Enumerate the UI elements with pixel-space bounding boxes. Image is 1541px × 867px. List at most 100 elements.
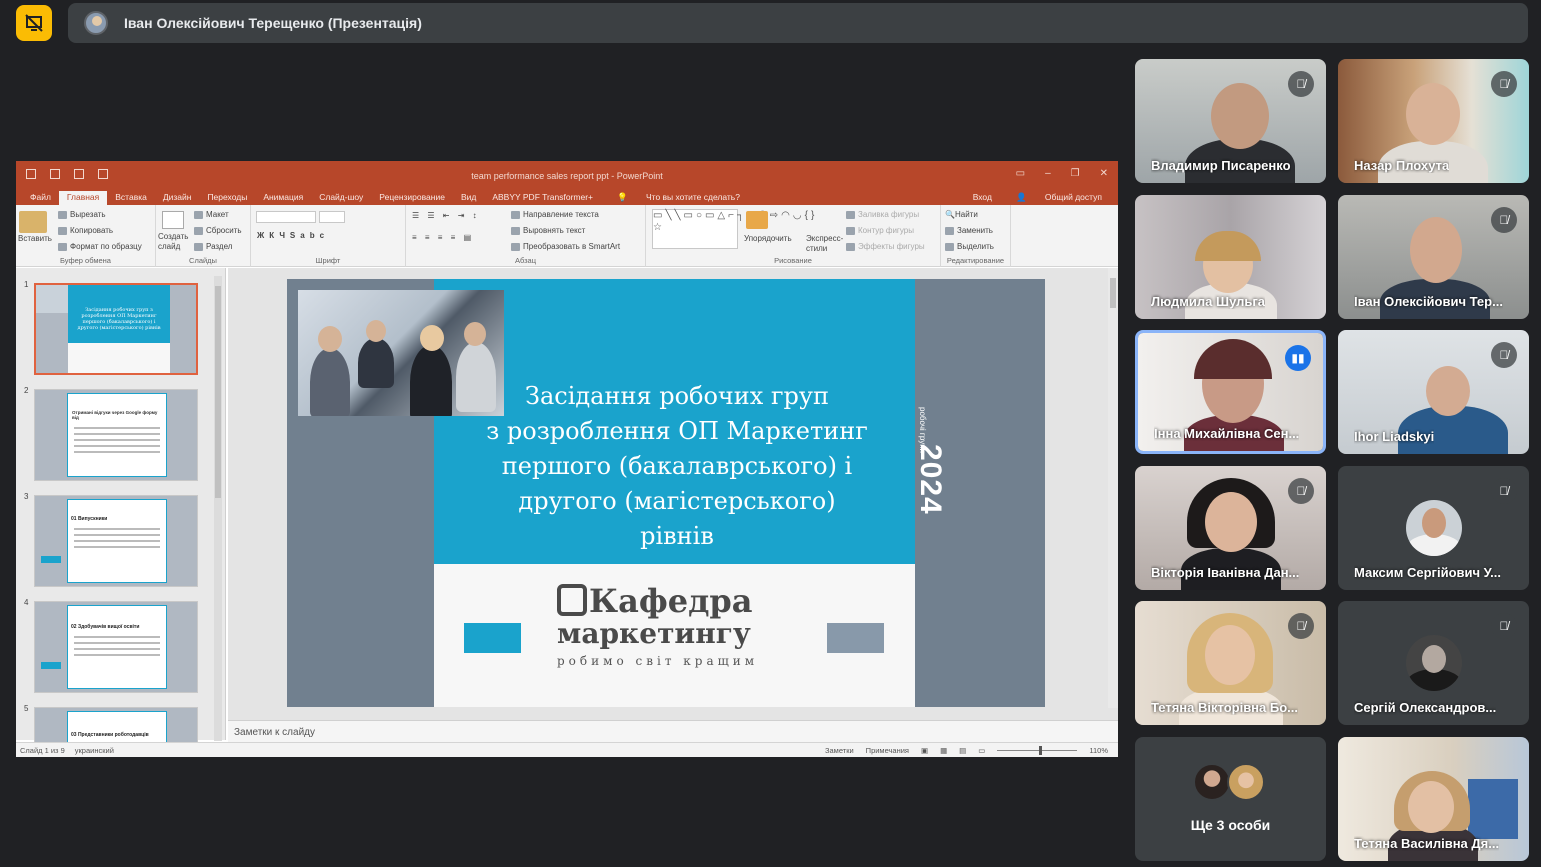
redo-icon[interactable] <box>74 169 84 179</box>
arrange-button[interactable]: Упорядочить <box>744 234 792 243</box>
thumb-title: Засідання робочих груп з розроблення ОП … <box>68 285 170 343</box>
tab-animations[interactable]: Анимация <box>255 191 311 205</box>
participant-tile[interactable]: Тетяна Василівна Дя... <box>1338 737 1529 861</box>
reset-label: Сбросить <box>206 226 242 235</box>
slide-thumbnail[interactable]: 02 Здобувачів вищої освіти <box>34 601 198 693</box>
new-slide-icon[interactable] <box>162 211 184 229</box>
align-text-label: Выровнять текст <box>523 226 586 235</box>
sorter-view-icon[interactable]: ▦ <box>940 746 947 755</box>
slide-year: 2024 <box>914 444 947 515</box>
thumb-number: 4 <box>24 598 29 607</box>
undo-icon[interactable] <box>50 169 60 179</box>
tab-file[interactable]: Файл <box>22 191 59 205</box>
thumb-content: 01 Випускники <box>67 499 167 583</box>
reading-view-icon[interactable]: ▤ <box>959 746 966 755</box>
more-participants-tile[interactable]: Ще 3 особи <box>1135 737 1326 861</box>
smartart-button[interactable]: Преобразовать в SmartArt <box>511 242 620 251</box>
tab-insert[interactable]: Вставка <box>107 191 155 205</box>
shape-effects-label: Эффекты фигуры <box>858 242 925 251</box>
slideshow-view-icon[interactable]: ▭ <box>978 746 985 755</box>
tab-home[interactable]: Главная <box>58 191 108 205</box>
format-painter-button[interactable]: Формат по образцу <box>58 242 142 251</box>
participant-tile[interactable]: 🎙̸ Назар Плохута <box>1338 59 1529 183</box>
slide-thumbnail[interactable]: Отримані відгуки через Google форму від <box>34 389 198 481</box>
presenter-avatar <box>84 11 108 35</box>
participant-tile[interactable]: 🎙̸ Сергій Олександров... <box>1338 601 1529 725</box>
thumb-logo-area <box>68 343 170 373</box>
close-icon[interactable]: ✕ <box>1100 168 1108 179</box>
shapes-gallery[interactable]: ▭╲╲▭○▭△⌐┐⇒⇩⇨◠◡{}☆ <box>652 209 814 249</box>
comments-toggle[interactable]: Примечания <box>866 746 909 755</box>
bullets-buttons[interactable]: ☰ ☰ ⇤ ⇥ ↕ <box>412 211 480 220</box>
thumb-heading: 03 Представники роботодавців <box>71 732 149 738</box>
thumb-decor <box>41 662 61 669</box>
participant-tile[interactable]: Людмила Шульга <box>1135 195 1326 319</box>
participant-tile[interactable]: 🎙̸ Максим Сергійович У... <box>1338 466 1529 590</box>
slide-thumbnail[interactable]: 01 Випускники <box>34 495 198 587</box>
participant-tile[interactable]: 🎙̸ Іван Олексійович Тер... <box>1338 195 1529 319</box>
current-slide[interactable]: Засідання робочих груп з розроблення ОП … <box>287 279 1045 707</box>
find-button[interactable]: 🔍Найти <box>945 210 978 219</box>
presenter-title: Іван Олексійович Терещенко (Презентація) <box>124 15 422 31</box>
select-button[interactable]: Выделить <box>945 242 994 251</box>
group-font: ЖКЧSabc Шрифт <box>251 205 406 267</box>
cut-button[interactable]: Вырезать <box>58 210 106 219</box>
slide-counter: Слайд 1 из 9 <box>20 745 65 755</box>
zoom-slider[interactable] <box>997 745 1078 755</box>
present-off-icon[interactable] <box>16 5 52 41</box>
participant-tile[interactable]: 🎙̸ Тетяна Вікторівна Бо... <box>1135 601 1326 725</box>
tab-view[interactable]: Вид <box>453 191 484 205</box>
arrange-icon[interactable] <box>746 211 768 229</box>
shape-effects-button[interactable]: Эффекты фигуры <box>846 242 925 251</box>
quick-styles-button[interactable]: Экспресс-стили <box>806 234 846 254</box>
signin-link[interactable]: Вход <box>965 191 1000 205</box>
reset-button[interactable]: Сбросить <box>194 226 242 235</box>
restore-icon[interactable]: ❐ <box>1071 168 1080 179</box>
language-indicator[interactable]: украинский <box>75 746 114 755</box>
tab-slideshow[interactable]: Слайд-шоу <box>311 191 371 205</box>
section-button[interactable]: Раздел <box>194 242 232 251</box>
slide-thumbnail[interactable]: Засідання робочих груп з розроблення ОП … <box>34 283 198 375</box>
shape-fill-button[interactable]: Заливка фигуры <box>846 210 919 219</box>
section-label: Раздел <box>206 242 233 251</box>
participant-tile[interactable]: 🎙̸ Ihor Liadskyi <box>1338 330 1529 454</box>
participant-tile-speaking[interactable]: ▮▮ Інна Михайлівна Сен... <box>1135 330 1326 454</box>
ppt-titlebar: team performance sales report ppt - Powe… <box>16 161 1118 191</box>
font-size-input[interactable] <box>319 211 345 223</box>
participant-tile[interactable]: 🎙̸ Владимир Писаренко <box>1135 59 1326 183</box>
tab-review[interactable]: Рецензирование <box>371 191 453 205</box>
paste-icon[interactable] <box>19 211 47 233</box>
select-label: Выделить <box>957 242 994 251</box>
copy-button[interactable]: Копировать <box>58 226 113 235</box>
zoom-level[interactable]: 110% <box>1089 746 1108 755</box>
save-icon[interactable] <box>26 169 36 179</box>
tell-me-box[interactable]: 💡 Что вы хотите сделать? <box>601 191 756 205</box>
minimize-icon[interactable]: – <box>1045 168 1051 179</box>
font-name-input[interactable] <box>256 211 316 223</box>
notes-toggle[interactable]: Заметки <box>825 746 854 755</box>
replace-button[interactable]: Заменить <box>945 226 993 235</box>
paste-button[interactable]: Вставить <box>18 234 52 243</box>
shape-outline-button[interactable]: Контур фигуры <box>846 226 914 235</box>
thumbnail-scrollbar[interactable] <box>214 276 222 741</box>
text-direction-button[interactable]: Направление текста <box>511 210 599 219</box>
mic-off-icon: 🎙̸ <box>1288 613 1314 639</box>
font-group-label: Шрифт <box>315 256 341 265</box>
font-format-buttons[interactable]: ЖКЧSabc <box>257 231 329 240</box>
new-slide-button[interactable]: Создать слайд <box>158 232 194 252</box>
tab-transitions[interactable]: Переходы <box>199 191 255 205</box>
slide-scrollbar[interactable] <box>1108 268 1118 708</box>
more-participants-label: Ще 3 особи <box>1190 817 1271 833</box>
normal-view-icon[interactable]: ▣ <box>921 746 928 755</box>
start-slideshow-icon[interactable] <box>98 169 108 179</box>
tab-abbyy[interactable]: ABBYY PDF Transformer+ <box>484 191 601 205</box>
notes-pane[interactable]: Заметки к слайду <box>228 720 1118 742</box>
ppt-window-title: team performance sales report ppt - Powe… <box>471 171 663 181</box>
participant-tile[interactable]: 🎙̸ Вікторія Іванівна Дан... <box>1135 466 1326 590</box>
align-text-button[interactable]: Выровнять текст <box>511 226 585 235</box>
tab-design[interactable]: Дизайн <box>155 191 200 205</box>
ribbon-options-icon[interactable]: ▭ <box>1016 168 1025 179</box>
layout-button[interactable]: Макет <box>194 210 229 219</box>
share-button[interactable]: 👤 Общий доступ <box>1000 191 1118 205</box>
align-buttons[interactable]: ≡ ≡ ≡ ≡ ▤ <box>412 233 474 242</box>
